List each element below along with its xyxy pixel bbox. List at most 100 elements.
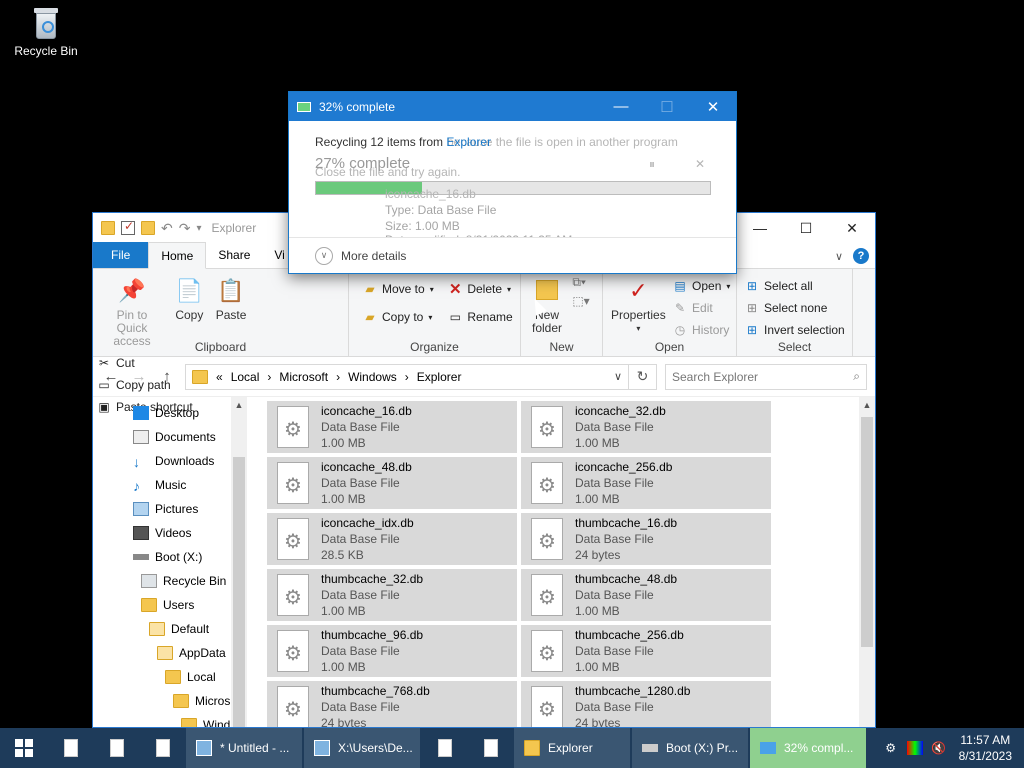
taskbar-app-terminal[interactable]: X:\Users\De... bbox=[304, 728, 420, 768]
new-item-icon[interactable]: ⧉▾ bbox=[572, 275, 589, 290]
recycle-bin-desktop-icon[interactable]: Recycle Bin bbox=[10, 6, 82, 58]
clock[interactable]: 11:57 AM 8/31/2023 bbox=[959, 732, 1012, 764]
file-item[interactable]: thumbcache_32.db Data Base File 1.00 MB bbox=[267, 569, 517, 621]
nav-item-desktop[interactable]: Desktop bbox=[93, 401, 247, 425]
file-item[interactable]: iconcache_48.db Data Base File 1.00 MB bbox=[267, 457, 517, 509]
breadcrumb-overflow[interactable]: « bbox=[216, 370, 223, 384]
easy-access-icon[interactable]: ⬚▾ bbox=[572, 294, 589, 308]
file-item[interactable]: thumbcache_48.db Data Base File 1.00 MB bbox=[521, 569, 771, 621]
nav-item-microsoft[interactable]: Micros bbox=[93, 689, 247, 713]
folder-icon bbox=[149, 622, 165, 636]
file-name: iconcache_256.db bbox=[575, 460, 673, 474]
file-item[interactable]: thumbcache_16.db Data Base File 24 bytes bbox=[521, 513, 771, 565]
database-file-icon bbox=[277, 630, 309, 672]
content-scrollbar-thumb[interactable] bbox=[861, 417, 873, 647]
copy-button[interactable]: 📄 Copy bbox=[170, 273, 208, 324]
invert-selection-button[interactable]: ⊞ Invert selection bbox=[745, 319, 845, 341]
copy-to-button[interactable]: ▰ Copy to ▾ bbox=[363, 303, 445, 331]
taskbar-pinned-file-3[interactable] bbox=[140, 728, 186, 768]
nav-item-music[interactable]: ♪ Music bbox=[93, 473, 247, 497]
customize-qat-icon[interactable]: ▾ bbox=[196, 223, 201, 234]
cut-button[interactable]: ✂ Cut bbox=[97, 352, 193, 374]
edit-button[interactable]: ✎ Edit bbox=[673, 297, 730, 319]
dialog-titlebar[interactable]: 32% complete — ☐ ✕ bbox=[289, 92, 736, 121]
properties-quick-icon[interactable] bbox=[121, 219, 135, 235]
file-item[interactable]: thumbcache_256.db Data Base File 1.00 MB bbox=[521, 625, 771, 677]
select-all-button[interactable]: ⊞ Select all bbox=[745, 275, 845, 297]
dialog-close-button[interactable]: ✕ bbox=[690, 92, 736, 121]
breadcrumb-windows[interactable]: Windows bbox=[348, 370, 397, 384]
nav-item-users[interactable]: Users bbox=[93, 593, 247, 617]
nav-item-default[interactable]: Default bbox=[93, 617, 247, 641]
taskbar-app-notepad[interactable]: * Untitled - ... bbox=[186, 728, 302, 768]
tab-home[interactable]: Home bbox=[148, 242, 207, 269]
breadcrumb-local[interactable]: Local bbox=[231, 370, 260, 384]
minimize-button[interactable]: — bbox=[737, 213, 783, 243]
address-bar[interactable]: « Local › Microsoft › Windows › Explorer… bbox=[185, 363, 657, 390]
nav-item-recycle-bin[interactable]: Recycle Bin bbox=[93, 569, 247, 593]
pin-quick-access-button[interactable]: 📌 Pin to Quick access bbox=[97, 273, 167, 350]
file-item[interactable]: thumbcache_96.db Data Base File 1.00 MB bbox=[267, 625, 517, 677]
search-input[interactable]: Search Explorer bbox=[672, 370, 758, 384]
chevron-down-icon: ▾ bbox=[636, 324, 641, 333]
open-button[interactable]: ▤ Open ▾ bbox=[673, 275, 730, 297]
taskbar-pinned-file-4[interactable] bbox=[422, 728, 468, 768]
taskbar-pinned-file-2[interactable] bbox=[94, 728, 140, 768]
volume-muted-icon[interactable]: 🔇 bbox=[931, 741, 947, 755]
more-details-button[interactable]: ∨ More details bbox=[289, 237, 736, 273]
nav-item-videos[interactable]: Videos bbox=[93, 521, 247, 545]
maximize-button[interactable]: ☐ bbox=[783, 213, 829, 243]
scroll-up-icon[interactable]: ▲ bbox=[859, 397, 875, 413]
nav-item-boot-drive[interactable]: Boot (X:) bbox=[93, 545, 247, 569]
nav-scrollbar-thumb[interactable] bbox=[233, 457, 245, 727]
file-item[interactable]: iconcache_256.db Data Base File 1.00 MB bbox=[521, 457, 771, 509]
search-box[interactable]: Search Explorer ⌕ bbox=[665, 363, 867, 390]
color-settings-icon[interactable] bbox=[906, 741, 923, 755]
taskbar-app-explorer[interactable]: Explorer bbox=[514, 728, 630, 768]
taskbar-app-progress[interactable]: 32% compl... bbox=[750, 728, 866, 768]
nav-item-appdata[interactable]: AppData bbox=[93, 641, 247, 665]
scroll-up-icon[interactable]: ▲ bbox=[231, 397, 247, 413]
dialog-source-link[interactable]: Explorer bbox=[446, 135, 491, 149]
file-item[interactable]: iconcache_32.db Data Base File 1.00 MB bbox=[521, 401, 771, 453]
nav-item-documents[interactable]: Documents bbox=[93, 425, 247, 449]
file-item[interactable]: thumbcache_768.db Data Base File 24 bytes bbox=[267, 681, 517, 727]
history-button[interactable]: ◷ History bbox=[673, 319, 730, 341]
nav-scrollbar[interactable]: ▲ bbox=[231, 397, 247, 727]
copy-path-button[interactable]: ▭ Copy path bbox=[97, 374, 193, 396]
properties-button[interactable]: ✓ Properties ▾ bbox=[607, 273, 670, 337]
network-icon[interactable]: ⚙ bbox=[883, 741, 899, 755]
help-icon[interactable]: ? bbox=[853, 248, 869, 264]
breadcrumb-microsoft[interactable]: Microsoft bbox=[279, 370, 328, 384]
file-icon bbox=[156, 739, 170, 757]
file-item[interactable]: iconcache_idx.db Data Base File 28.5 KB bbox=[267, 513, 517, 565]
tab-file[interactable]: File bbox=[93, 242, 149, 268]
database-file-icon bbox=[277, 574, 309, 616]
taskbar-pinned-file-5[interactable] bbox=[468, 728, 514, 768]
rename-button[interactable]: ▭ Rename bbox=[448, 303, 513, 331]
refresh-icon[interactable]: ↻ bbox=[628, 364, 656, 389]
paste-button[interactable]: 📋 Paste bbox=[212, 273, 251, 324]
nav-item-windows[interactable]: Wind bbox=[93, 713, 247, 727]
taskbar-app-boot-drive[interactable]: Boot (X:) Pr... bbox=[632, 728, 748, 768]
taskbar-pinned-file-1[interactable] bbox=[48, 728, 94, 768]
breadcrumb-explorer[interactable]: Explorer bbox=[417, 370, 462, 384]
redo-icon[interactable]: ↷ bbox=[179, 220, 191, 237]
undo-icon[interactable]: ↶ bbox=[161, 220, 173, 237]
file-item[interactable]: thumbcache_1280.db Data Base File 24 bytes bbox=[521, 681, 771, 727]
start-button[interactable] bbox=[0, 728, 48, 768]
nav-item-local[interactable]: Local bbox=[93, 665, 247, 689]
content-scrollbar[interactable]: ▲ bbox=[859, 397, 875, 727]
chevron-down-icon[interactable]: ∨ bbox=[835, 250, 843, 263]
delete-button[interactable]: ✕ Delete ▾ bbox=[448, 275, 512, 303]
tab-share[interactable]: Share bbox=[206, 242, 262, 268]
nav-item-pictures[interactable]: Pictures bbox=[93, 497, 247, 521]
file-item[interactable]: iconcache_16.db Data Base File 1.00 MB bbox=[267, 401, 517, 453]
select-none-button[interactable]: ⊞ Select none bbox=[745, 297, 845, 319]
dialog-minimize-button[interactable]: — bbox=[598, 92, 644, 121]
move-to-button[interactable]: ▰ Move to ▾ bbox=[363, 275, 445, 303]
close-button[interactable]: ✕ bbox=[829, 213, 875, 243]
chevron-down-icon[interactable]: ∨ bbox=[614, 370, 622, 383]
nav-item-downloads[interactable]: ↓ Downloads bbox=[93, 449, 247, 473]
new-folder-quick-icon[interactable] bbox=[141, 221, 155, 235]
